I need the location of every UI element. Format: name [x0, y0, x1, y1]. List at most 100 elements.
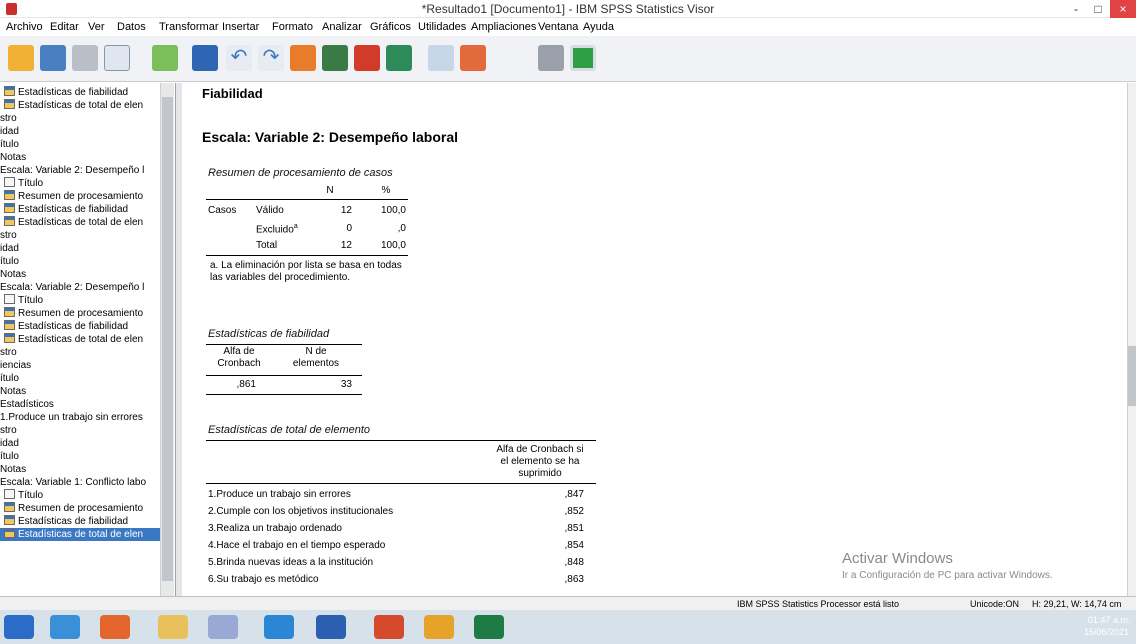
menu-ventana[interactable]: Ventana — [538, 21, 578, 33]
outline-item[interactable]: ítulo — [0, 255, 19, 268]
outline-item[interactable]: stro — [0, 346, 17, 359]
outline-item[interactable]: Título — [0, 177, 43, 190]
menu-analizar[interactable]: Analizar — [322, 21, 362, 33]
outline-item[interactable]: Estadísticas de total de elen — [0, 333, 143, 346]
file-explorer-icon[interactable] — [158, 615, 188, 639]
menu-datos[interactable]: Datos — [117, 21, 146, 33]
outline-item[interactable]: Estadísticas de fiabilidad — [0, 86, 128, 99]
outline-item[interactable]: stro — [0, 229, 17, 242]
outline-item[interactable]: Escala: Variable 2: Desempeño l — [0, 164, 144, 177]
item-value: ,852 — [564, 506, 584, 517]
add-output-icon[interactable] — [570, 45, 596, 71]
outline-item[interactable]: ítulo — [0, 372, 19, 385]
outline-item[interactable]: ítulo — [0, 138, 19, 151]
menu-editar[interactable]: Editar — [50, 21, 79, 33]
menu-ampliaciones[interactable]: Ampliaciones — [471, 21, 536, 33]
activation-watermark-text: Ir a Configuración de PC para activar Wi… — [842, 570, 1053, 581]
item-value: ,848 — [564, 557, 584, 568]
designate-window-icon[interactable] — [428, 45, 454, 71]
col-header-n-items: N de — [305, 346, 327, 357]
item-total-caption: Estadísticas de total de elemento — [208, 424, 371, 436]
spss-taskbar-icon[interactable] — [208, 615, 238, 639]
edge-icon[interactable] — [264, 615, 294, 639]
outline-item[interactable]: iencias — [0, 359, 31, 372]
page-title: Fiabilidad — [202, 86, 263, 101]
outline-item[interactable]: Estadísticas de fiabilidad — [0, 515, 128, 528]
outline-item[interactable]: Resumen de procesamiento — [0, 307, 143, 320]
close-button[interactable]: × — [1110, 0, 1136, 18]
outline-item[interactable]: stro — [0, 112, 17, 125]
outline-item[interactable]: Estadísticas de total de elen — [0, 216, 143, 229]
outline-item[interactable]: idad — [0, 242, 19, 255]
show-all-icon[interactable] — [460, 45, 486, 71]
open-folder-icon[interactable] — [8, 45, 34, 71]
menu-transformar[interactable]: Transformar — [159, 21, 219, 33]
outline-item[interactable]: idad — [0, 437, 19, 450]
redo-icon[interactable]: ↷ — [258, 45, 284, 71]
case-summary-caption: Resumen de procesamiento de casos — [208, 167, 393, 179]
outline-item[interactable]: Estadísticos — [0, 398, 54, 411]
row-label: Válido — [256, 205, 284, 216]
outline-item[interactable]: Estadísticas de fiabilidad — [0, 203, 128, 216]
window-title: *Resultado1 [Documento1] - IBM SPSS Stat… — [421, 2, 715, 16]
save-icon[interactable] — [40, 45, 66, 71]
outline-item[interactable]: ítulo — [0, 450, 19, 463]
viewer-scrollbar[interactable] — [1127, 83, 1136, 596]
print-icon[interactable] — [72, 45, 98, 71]
clock-time[interactable]: 01:47 a.m. — [1088, 615, 1131, 625]
maximize-button[interactable]: □ — [1087, 0, 1109, 18]
outline-item[interactable]: idad — [0, 125, 19, 138]
outline-scrollbar[interactable] — [160, 83, 174, 596]
table-icon — [4, 99, 15, 109]
menu-graficos[interactable]: Gráficos — [370, 21, 411, 33]
variables-icon[interactable] — [386, 45, 412, 71]
goto-data-icon[interactable] — [290, 45, 316, 71]
outline-pane[interactable]: Estadísticas de fiabilidad Estadísticas … — [0, 83, 176, 596]
outline-item[interactable]: Escala: Variable 1: Conflicto labo — [0, 476, 146, 489]
col-header-pct: % — [381, 185, 391, 196]
menu-formato[interactable]: Formato — [272, 21, 313, 33]
outline-item[interactable]: Estadísticas de total de elen — [0, 99, 143, 112]
edge-legacy-icon[interactable] — [50, 615, 80, 639]
outline-item[interactable]: Estadísticas de fiabilidad — [0, 320, 128, 333]
outline-item[interactable]: Título — [0, 489, 43, 502]
outline-item[interactable]: Título — [0, 294, 43, 307]
outline-item[interactable]: stro — [0, 424, 17, 437]
recall-dialog-icon[interactable] — [192, 45, 218, 71]
outline-item-selected[interactable]: Estadísticas de total de elen — [0, 528, 160, 541]
firefox-icon[interactable] — [100, 615, 130, 639]
export-icon[interactable] — [152, 45, 178, 71]
table-rule — [206, 344, 362, 345]
outline-item[interactable]: Notas — [0, 463, 26, 476]
menu-insertar[interactable]: Insertar — [222, 21, 259, 33]
outline-item[interactable]: Resumen de procesamiento — [0, 502, 143, 515]
outline-scroll-thumb[interactable] — [162, 97, 173, 581]
outline-item[interactable]: Notas — [0, 268, 26, 281]
menu-utilidades[interactable]: Utilidades — [418, 21, 466, 33]
undo-icon[interactable]: ↶ — [226, 45, 252, 71]
menu-ayuda[interactable]: Ayuda — [583, 21, 614, 33]
reliability-caption: Estadísticas de fiabilidad — [208, 328, 330, 340]
menu-archivo[interactable]: Archivo — [6, 21, 43, 33]
print-preview-icon[interactable] — [104, 45, 130, 71]
item-label: 1.Produce un trabajo sin errores — [208, 489, 351, 500]
outline-item[interactable]: Escala: Variable 2: Desempeño l — [0, 281, 144, 294]
outline-item[interactable]: Notas — [0, 151, 26, 164]
excel-icon[interactable] — [474, 615, 504, 639]
word-icon[interactable] — [316, 615, 346, 639]
outline-item[interactable]: Notas — [0, 385, 26, 398]
menu-ver[interactable]: Ver — [88, 21, 105, 33]
scale-title: Escala: Variable 2: Desempeño laboral — [202, 129, 459, 145]
adobe-icon[interactable] — [374, 615, 404, 639]
minimize-button[interactable]: - — [1065, 0, 1087, 18]
goto-variable-icon[interactable] — [354, 45, 380, 71]
clock-date[interactable]: 15/06/2021 — [1084, 627, 1129, 637]
table-rule — [206, 375, 362, 376]
outline-item[interactable]: Resumen de procesamiento — [0, 190, 143, 203]
chrome-icon[interactable] — [424, 615, 454, 639]
outline-item[interactable]: 1.Produce un trabajo sin errores — [0, 411, 143, 424]
goto-case-icon[interactable] — [322, 45, 348, 71]
viewer-scroll-thumb[interactable] — [1128, 346, 1136, 406]
table-rule — [206, 440, 596, 441]
start-icon[interactable] — [4, 615, 34, 639]
